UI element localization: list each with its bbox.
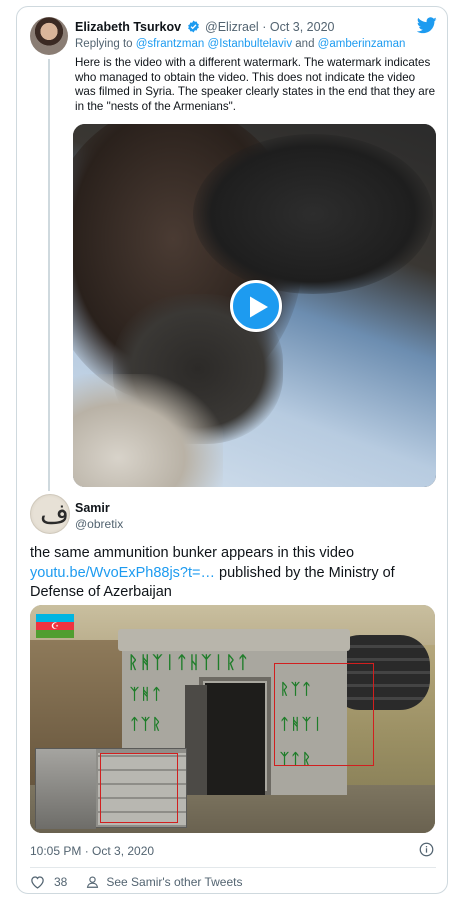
photo-inset (35, 748, 187, 829)
video-frame-ground (73, 374, 223, 487)
photo-graffiti: ᛉᚻᛏ (130, 685, 164, 703)
reply-author-handle[interactable]: @Elizrael (205, 20, 259, 34)
reply-tweet[interactable]: Elizabeth Tsurkov @Elizrael · Oct 3, 202… (17, 7, 447, 491)
photo-door-leaf (185, 685, 207, 795)
photo-graffiti: ᚱᚻᛉᛁᛏᚺᛉᛁᚱᛏ (128, 653, 250, 673)
photo-doorway (205, 683, 265, 795)
tweet-photo[interactable]: ᚱᚻᛉᛁᛏᚺᛉᛁᚱᛏ ᛉᚻᛏ ᛏᛉᚱ ᚱᛉᛏ ᛏᚻᛉᛁ ᛉᛏᚱ ☪ (30, 605, 435, 833)
photo-graffiti: ᛏᛉᚱ (130, 715, 164, 733)
inset-highlight-box (100, 753, 178, 823)
main-author-name[interactable]: Samir (75, 501, 110, 515)
person-icon (87, 876, 99, 888)
header-separator: · (262, 20, 267, 34)
main-author-avatar[interactable]: ف (30, 494, 70, 534)
twitter-bird-icon[interactable] (417, 17, 437, 34)
tweet-actions: 38 See Samir's other Tweets (30, 873, 243, 891)
main-author-handle[interactable]: @obretix (75, 517, 123, 531)
verified-badge-icon (187, 20, 199, 33)
like-count[interactable]: 38 (54, 875, 67, 889)
inset-left-wall (36, 749, 96, 829)
actions-divider (30, 867, 436, 868)
azerbaijan-flag-icon: ☪ (36, 614, 74, 638)
youtube-link[interactable]: youtu.be/WvoExPh88js?t=… (30, 565, 215, 581)
reply-header: Elizabeth Tsurkov @Elizrael · Oct 3, 202… (75, 20, 334, 34)
replying-prefix: Replying to (75, 38, 133, 50)
tweet-timestamp[interactable]: 10:05 PM · Oct 3, 2020 (30, 844, 154, 858)
mention-link-2[interactable]: @Istanbultelaviv (208, 38, 293, 50)
text-before-link: the same ammunition bunker appears in th… (30, 545, 355, 561)
highlight-box (274, 663, 374, 766)
see-other-tweets-link[interactable]: See Samir's other Tweets (106, 875, 242, 889)
replying-and: and (295, 38, 315, 50)
thread-connector-line (48, 59, 50, 491)
heart-icon[interactable] (30, 875, 45, 889)
avatar-glyph: ف (40, 497, 70, 530)
play-button[interactable] (230, 280, 282, 332)
video-frame-shadow (193, 134, 433, 294)
replying-to-line: Replying to @sfrantzman @Istanbultelaviv… (75, 38, 405, 50)
mention-link-3[interactable]: @amberinzaman (318, 38, 406, 50)
video-thumbnail[interactable] (73, 124, 436, 487)
reply-date[interactable]: Oct 3, 2020 (270, 20, 335, 34)
mention-link-1[interactable]: @sfrantzman (136, 38, 205, 50)
reply-tweet-text: Here is the video with a different water… (75, 56, 436, 113)
reply-author-name[interactable]: Elizabeth Tsurkov (75, 20, 181, 34)
flag-crescent-star: ☪ (51, 621, 60, 631)
embedded-tweet-card[interactable]: Elizabeth Tsurkov @Elizrael · Oct 3, 202… (16, 6, 448, 894)
info-icon[interactable] (419, 842, 434, 857)
photo-bunker-roof (118, 629, 350, 651)
play-icon (250, 296, 268, 318)
main-tweet-text: the same ammunition bunker appears in th… (30, 544, 440, 603)
reply-author-avatar[interactable] (30, 17, 68, 55)
